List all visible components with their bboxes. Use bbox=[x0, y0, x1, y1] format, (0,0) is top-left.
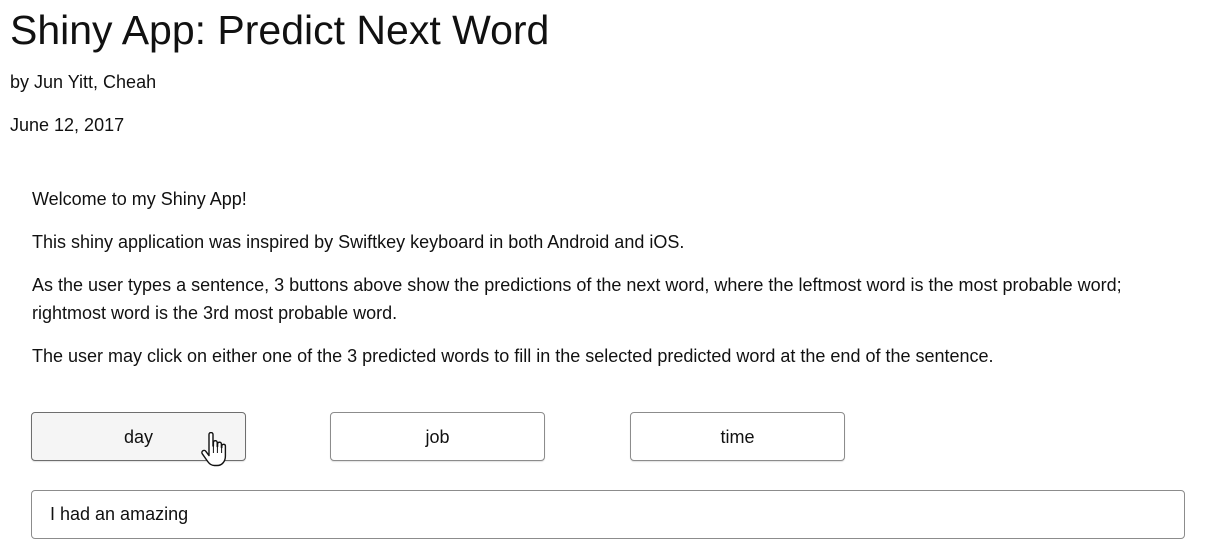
explanation-text: As the user types a sentence, 3 buttons … bbox=[32, 275, 1122, 323]
sentence-input[interactable] bbox=[31, 490, 1185, 539]
prediction-button-3[interactable]: time bbox=[630, 412, 845, 461]
author-line: by Jun Yitt, Cheah bbox=[10, 72, 157, 92]
inspiration-text: This shiny application was inspired by S… bbox=[32, 232, 685, 252]
intro-section: Welcome to my Shiny App! This shiny appl… bbox=[32, 185, 1192, 385]
hand-pointer-icon bbox=[201, 432, 227, 467]
prediction-button-2[interactable]: job bbox=[330, 412, 545, 461]
page-title: Shiny App: Predict Next Word bbox=[10, 7, 550, 53]
date-line: June 12, 2017 bbox=[10, 115, 125, 135]
welcome-text: Welcome to my Shiny App! bbox=[32, 189, 247, 209]
instruction-text: The user may click on either one of the … bbox=[32, 346, 994, 366]
